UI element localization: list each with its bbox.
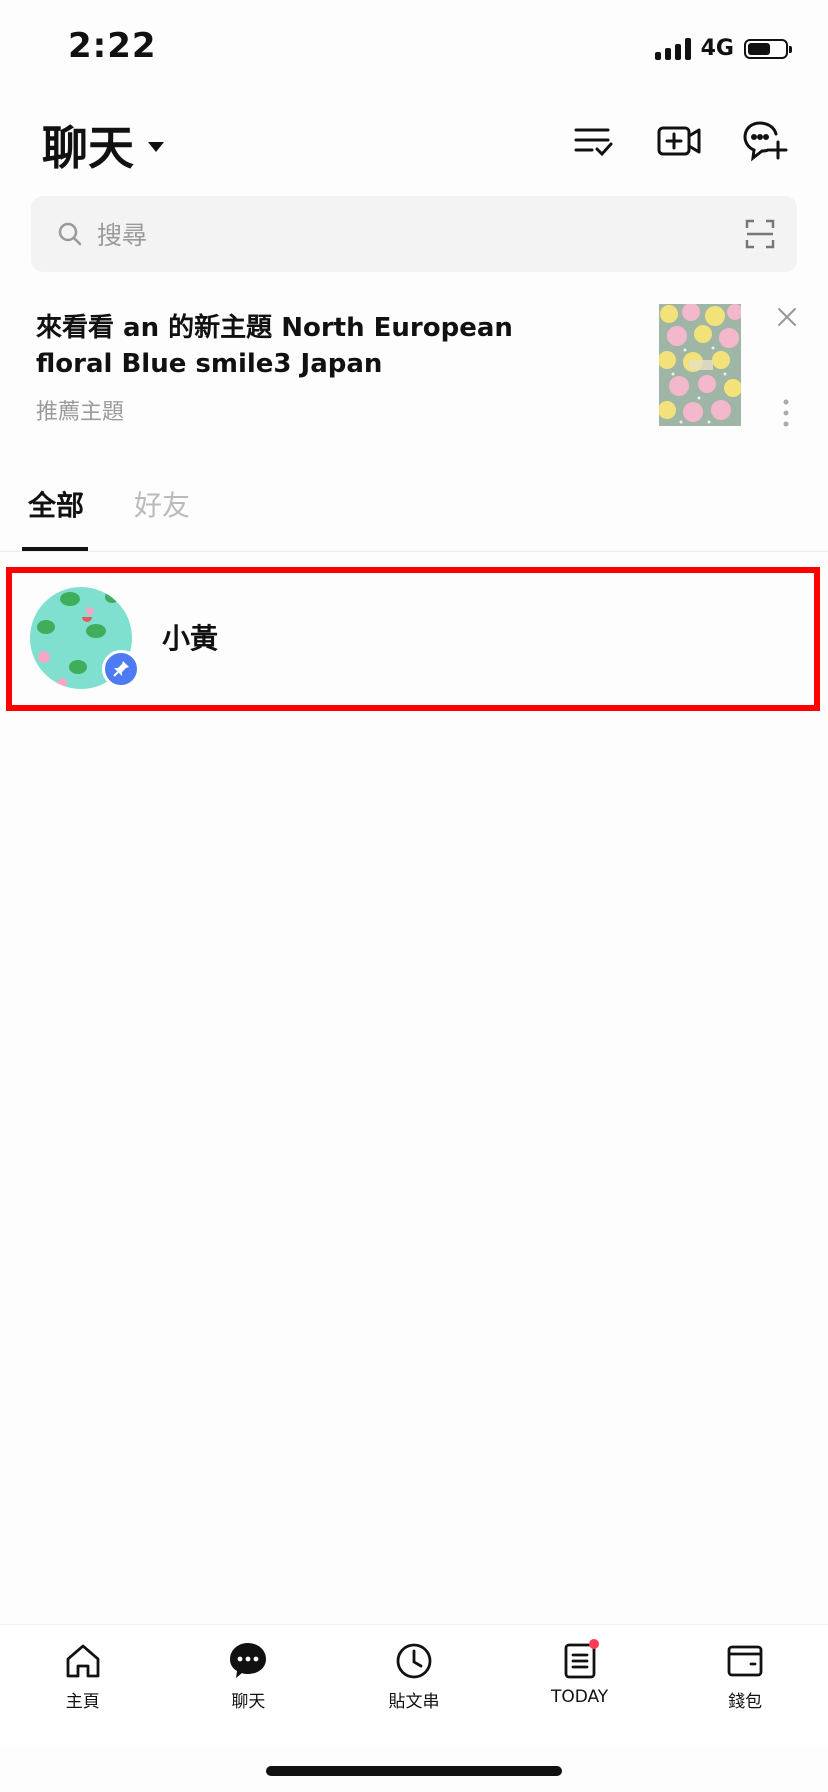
status-time: 2:22 xyxy=(68,26,157,66)
search-bar[interactable]: 搜尋 xyxy=(31,196,797,272)
page-title[interactable]: 聊天 xyxy=(42,112,164,178)
pin-badge xyxy=(102,650,140,688)
video-add-icon[interactable] xyxy=(656,118,702,164)
tab-divider xyxy=(0,551,828,552)
chevron-down-icon xyxy=(148,142,164,152)
search-icon xyxy=(58,222,82,246)
nav-wallet[interactable]: 錢包 xyxy=(662,1625,828,1745)
nav-chat[interactable]: 聊天 xyxy=(166,1625,332,1745)
nav-today-label: TODAY xyxy=(550,1687,609,1707)
chat-add-icon[interactable] xyxy=(742,118,788,164)
pin-icon xyxy=(113,661,129,677)
banner-title[interactable]: 來看看 an 的新主題 North European floral Blue s… xyxy=(36,310,596,382)
header-actions xyxy=(570,118,788,164)
nav-wallet-label: 錢包 xyxy=(728,1692,763,1712)
banner-subtitle: 推薦主題 xyxy=(36,400,125,425)
network-type: 4G xyxy=(700,36,734,61)
more-vertical-icon[interactable] xyxy=(782,398,790,428)
signal-icon xyxy=(654,37,691,60)
clock-icon xyxy=(396,1643,432,1679)
search-placeholder: 搜尋 xyxy=(97,221,148,250)
bottom-nav: 主頁 聊天 貼文串 TODAY 錢包 xyxy=(0,1624,828,1745)
chat-name: 小黃 xyxy=(162,622,219,655)
wallet-icon xyxy=(727,1645,763,1677)
scan-icon[interactable] xyxy=(745,219,775,249)
battery-icon xyxy=(744,38,792,59)
chat-icon xyxy=(230,1643,267,1678)
status-indicators: 4G xyxy=(654,36,792,61)
home-indicator xyxy=(266,1766,562,1776)
home-icon xyxy=(66,1644,100,1678)
theme-thumbnail[interactable] xyxy=(659,304,741,426)
page-title-text: 聊天 xyxy=(42,121,134,175)
nav-chat-label: 聊天 xyxy=(231,1692,266,1712)
nav-home[interactable]: 主頁 xyxy=(0,1625,166,1745)
nav-today[interactable]: TODAY xyxy=(497,1625,663,1745)
tab-all[interactable]: 全部 xyxy=(28,484,84,524)
close-icon[interactable] xyxy=(772,302,802,332)
list-check-icon[interactable] xyxy=(570,118,616,164)
nav-timeline-label: 貼文串 xyxy=(388,1692,440,1712)
notification-badge xyxy=(588,1639,599,1649)
nav-timeline[interactable]: 貼文串 xyxy=(331,1625,497,1745)
nav-home-label: 主頁 xyxy=(65,1692,100,1712)
tab-friends[interactable]: 好友 xyxy=(134,484,190,524)
